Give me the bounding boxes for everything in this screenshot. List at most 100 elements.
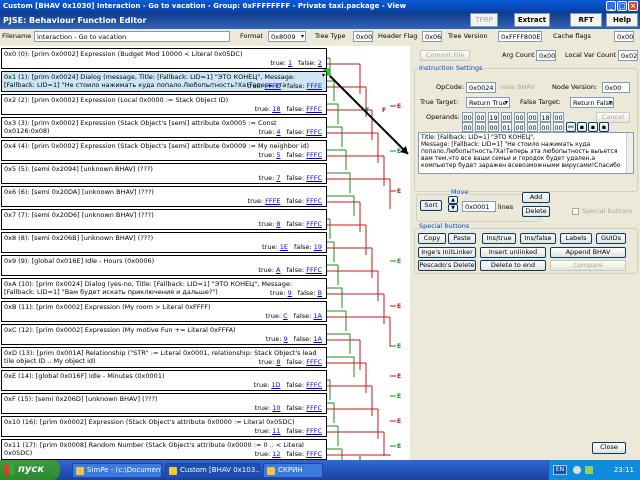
operand-byte-input[interactable]: 00 (514, 122, 525, 132)
false-target-link[interactable]: FFFC (306, 427, 322, 435)
maximize-button[interactable]: □ (617, 1, 627, 11)
true-target-link[interactable]: 8 (276, 358, 280, 366)
false-target-link[interactable]: FFFC (306, 174, 322, 182)
true-target-link[interactable]: FFFD (265, 82, 281, 90)
operand-pin-icon[interactable]: ▪ (577, 122, 587, 132)
instruction-node[interactable]: 0x5 (5): [semi 0x2094] [unknown BHAV] (?… (1, 163, 327, 184)
copy-button[interactable]: Copy (418, 233, 446, 244)
insert-unlinked-button[interactable]: Insert unlinked (480, 247, 546, 258)
insert-true-button[interactable]: Ins/true (482, 233, 516, 244)
operand-byte-input[interactable]: 00 (553, 122, 564, 132)
true-target-link[interactable]: A (276, 266, 280, 274)
paste-button[interactable]: Paste (448, 233, 476, 244)
pescado-delete-button[interactable]: Pescado's Delete (418, 260, 476, 271)
format-select[interactable]: 0x8009 (268, 31, 306, 42)
delete-to-end-button[interactable]: Delete to end (480, 260, 546, 271)
commit-file-button[interactable]: Commit File (420, 50, 470, 61)
operand-byte-input[interactable]: 00 (527, 112, 538, 122)
operand-list-icon[interactable]: ▪ (599, 122, 609, 132)
task-custom-bhav[interactable]: Custom [BHAV 0x103... (165, 463, 260, 478)
instruction-node[interactable]: 0x0 (0): [prim 0x0002] Expression (Budge… (1, 48, 327, 69)
instruction-node[interactable]: 0x9 (9): [global 0x016E] Idle - Hours (0… (1, 255, 327, 276)
true-target-select[interactable]: Return True (466, 97, 510, 108)
false-target-link[interactable]: FFFC (306, 197, 322, 205)
operand-link-icon[interactable]: ⚯ (566, 122, 576, 132)
instruction-node[interactable]: 0x11 (17): [prim 0x0008] Random Number (… (1, 439, 327, 460)
operand-byte-input[interactable]: 00 (475, 122, 486, 132)
instruction-node[interactable]: 0x1 (1): [prim 0x0024] Dialog (message, … (1, 71, 327, 92)
true-target-link[interactable]: 4 (276, 128, 280, 136)
task-simpe[interactable]: SimPe - (c:\Document... (72, 463, 162, 478)
true-target-link[interactable]: FFFE (265, 197, 280, 205)
close-window-button[interactable]: × (628, 1, 638, 11)
instruction-node[interactable]: 0xA (10): [prim 0x0024] Dialog (yes-no, … (1, 278, 327, 299)
inge-initlinker-button[interactable]: Inge's InitLinker (418, 247, 476, 258)
help-button[interactable]: Help (606, 13, 638, 27)
compare-button[interactable]: Compare (550, 260, 626, 271)
false-target-link[interactable]: FFFC (306, 381, 322, 389)
true-target-link[interactable]: 11 (272, 427, 280, 435)
false-target-link[interactable]: FFFC (306, 266, 322, 274)
false-target-link[interactable]: FFFC (306, 151, 322, 159)
true-target-link[interactable]: 18 (272, 105, 280, 113)
sort-button[interactable]: Sort (420, 200, 442, 211)
false-target-link[interactable]: 19 (314, 243, 322, 251)
false-target-link[interactable]: FFFC (306, 404, 322, 412)
true-target-link[interactable]: 9 (284, 335, 288, 343)
extract-button[interactable]: Extract (514, 13, 550, 27)
rft-button[interactable]: RFT (570, 13, 602, 27)
true-target-link[interactable]: 7 (276, 174, 280, 182)
operand-byte-input[interactable]: 00 (514, 112, 525, 122)
arg-count-input[interactable]: 0x00 (536, 50, 556, 61)
tree-type-input[interactable]: 0x00 (353, 31, 373, 42)
instruction-node[interactable]: 0x7 (7): [semi 0x20D6] [unknown BHAV] (?… (1, 209, 327, 230)
instruction-node[interactable]: 0xE (14): [global 0x016F] Idle - Minutes… (1, 370, 327, 391)
false-target-link[interactable]: FFFC (306, 358, 322, 366)
node-version-input[interactable]: 0x00 (602, 82, 630, 93)
true-target-link[interactable]: 1D (271, 381, 280, 389)
operand-byte-input[interactable]: 18 (540, 112, 551, 122)
true-target-link[interactable]: 9 (288, 289, 292, 297)
instruction-node[interactable]: 0xD (13): [prim 0x001A] Relationship ("S… (1, 347, 327, 368)
operand-byte-input[interactable]: 01 (501, 122, 512, 132)
guids-button[interactable]: GUIDs (596, 233, 626, 244)
insert-false-button[interactable]: Ins/false (520, 233, 556, 244)
operand-byte-input[interactable]: 00 (462, 112, 473, 122)
instruction-node[interactable]: 0x6 (6): [semi 0x20DA] [unknown BHAV] (?… (1, 186, 327, 207)
false-target-link[interactable]: 2 (318, 59, 322, 67)
tree-version-input[interactable]: 0xFFFF800E (498, 31, 542, 42)
start-button[interactable]: пуск (0, 460, 60, 480)
delete-button[interactable]: Delete (522, 206, 550, 217)
true-target-link[interactable]: 10 (272, 404, 280, 412)
instruction-node[interactable]: 0x3 (3): [prim 0x0002] Expression (Stack… (1, 117, 327, 138)
operand-byte-input[interactable]: 00 (540, 122, 551, 132)
instruction-node[interactable]: 0x10 (16): [prim 0x0002] Expression (Sta… (1, 416, 327, 437)
cache-flags-input[interactable]: 0x00 (614, 31, 634, 42)
network-icon[interactable] (585, 466, 593, 474)
operand-byte-input[interactable]: 00 (462, 122, 473, 132)
volume-icon[interactable] (573, 466, 581, 474)
description-scrollbar[interactable] (626, 133, 633, 173)
move-down-button[interactable]: ▼ (448, 204, 458, 212)
false-target-link[interactable]: FFFC (306, 220, 322, 228)
true-target-link[interactable]: 1 (288, 59, 292, 67)
opcode-input[interactable]: 0x0024 (466, 82, 496, 93)
false-target-link[interactable]: B (318, 289, 322, 297)
instruction-node[interactable]: 0xF (15): [semi 0x206D] [unknown BHAV] (… (1, 393, 327, 414)
tprp-button[interactable]: TPRP (470, 13, 498, 27)
false-target-link[interactable]: FFFC (306, 128, 322, 136)
add-button[interactable]: Add (522, 192, 550, 203)
true-target-link[interactable]: 5 (276, 151, 280, 159)
window-title-bar[interactable]: Custom [BHAV 0x1030] Interaction - Go to… (0, 0, 640, 12)
true-target-link[interactable]: C (283, 312, 288, 320)
instruction-node[interactable]: 0x4 (4): [prim 0x0002] Expression (Stack… (1, 140, 327, 161)
operand-byte-input[interactable]: 00 (475, 112, 486, 122)
move-up-button[interactable]: ▲ (448, 196, 458, 204)
instruction-node[interactable]: 0x2 (2): [prim 0x0002] Expression (Local… (1, 94, 327, 115)
false-target-select[interactable]: Return False (570, 97, 614, 108)
instruction-node[interactable]: 0xB (11): [prim 0x0002] Expression (My r… (1, 301, 327, 322)
minimize-button[interactable]: _ (606, 1, 616, 11)
operand-byte-input[interactable]: 00 (501, 112, 512, 122)
false-target-link[interactable]: 1A (313, 312, 322, 320)
local-var-count-input[interactable]: 0x02 (618, 50, 638, 61)
